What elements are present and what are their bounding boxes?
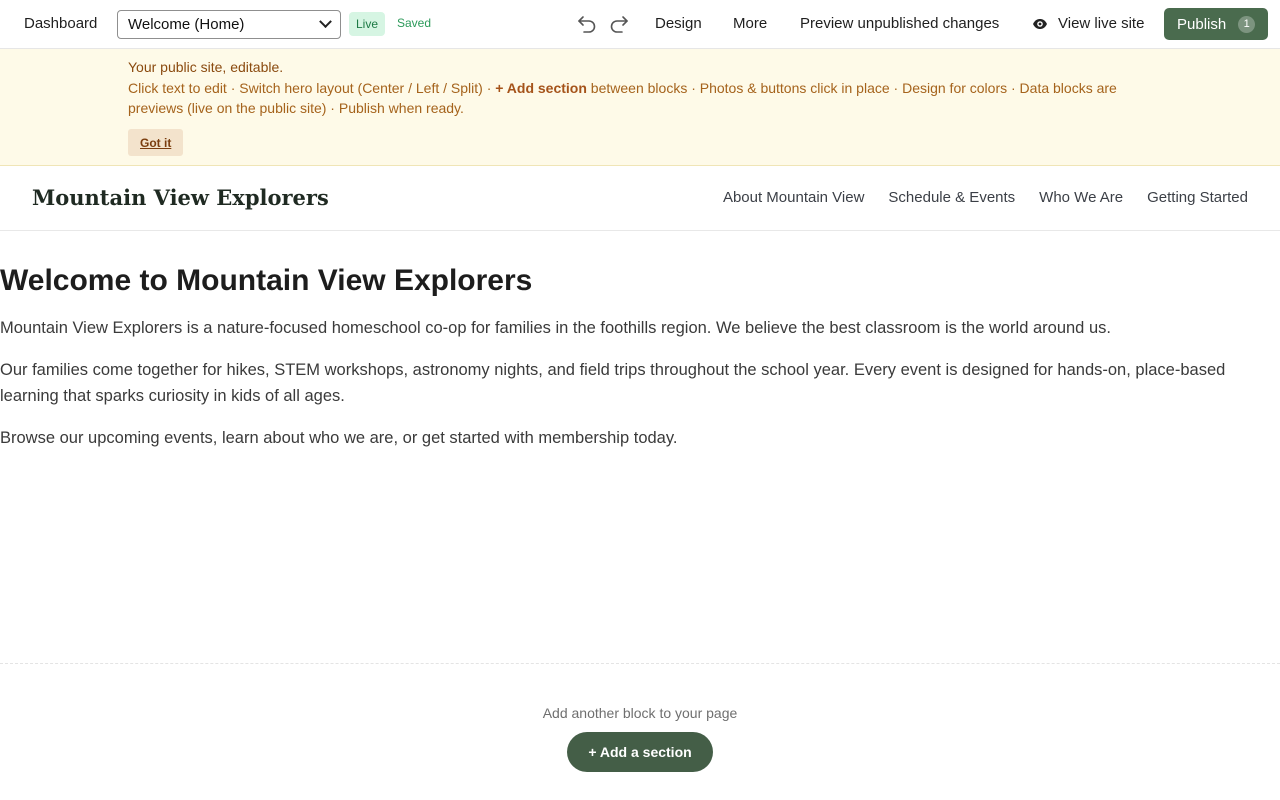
paragraph-intro[interactable]: Mountain View Explorers is a nature-focu… bbox=[0, 315, 1275, 341]
site-header: Mountain View Explorers About Mountain V… bbox=[0, 166, 1280, 231]
banner-title: Your public site, editable. bbox=[128, 59, 284, 75]
page-heading[interactable]: Welcome to Mountain View Explorers bbox=[0, 264, 532, 298]
redo-icon[interactable] bbox=[608, 13, 630, 35]
banner-text-add-section: + Add section bbox=[495, 80, 587, 96]
page-select-value: Welcome (Home) bbox=[128, 16, 245, 33]
nav-item-getting-started[interactable]: Getting Started bbox=[1147, 189, 1248, 206]
page-select[interactable]: Welcome (Home) bbox=[117, 10, 341, 39]
nav-item-about[interactable]: About Mountain View bbox=[723, 189, 864, 206]
saved-status: Saved bbox=[397, 16, 432, 30]
add-section-button[interactable]: + Add a section bbox=[567, 732, 713, 772]
live-badge: Live bbox=[349, 12, 386, 36]
site-nav: About Mountain View Schedule & Events Wh… bbox=[723, 189, 1248, 206]
nav-item-who-we-are[interactable]: Who We Are bbox=[1039, 189, 1123, 206]
chevron-down-icon bbox=[319, 15, 332, 29]
publish-button[interactable]: Publish 1 bbox=[1164, 8, 1268, 40]
eye-icon bbox=[1033, 18, 1047, 29]
got-it-button[interactable]: Got it bbox=[128, 129, 184, 156]
view-live-site-button[interactable]: View live site bbox=[1032, 15, 1144, 32]
paragraph-events[interactable]: Our families come together for hikes, ST… bbox=[0, 357, 1275, 409]
onboarding-banner: Your public site, editable. Click text t… bbox=[0, 49, 1280, 166]
more-button[interactable]: More bbox=[733, 15, 767, 32]
design-button[interactable]: Design bbox=[655, 15, 702, 32]
view-live-site-label: View live site bbox=[1058, 15, 1145, 32]
dashboard-link[interactable]: Dashboard bbox=[24, 15, 97, 32]
site-title[interactable]: Mountain View Explorers bbox=[32, 185, 329, 210]
publish-label: Publish bbox=[1177, 15, 1227, 33]
nav-item-schedule[interactable]: Schedule & Events bbox=[888, 189, 1015, 206]
add-block-hint: Add another block to your page bbox=[542, 705, 738, 721]
paragraph-browse[interactable]: Browse our upcoming events, learn about … bbox=[0, 425, 1275, 451]
section-divider bbox=[0, 663, 1280, 664]
publish-count-badge: 1 bbox=[1238, 15, 1256, 33]
banner-text: Click text to edit · Switch hero layout … bbox=[128, 78, 1118, 118]
undo-icon[interactable] bbox=[576, 13, 598, 35]
preview-unpublished-button[interactable]: Preview unpublished changes bbox=[800, 15, 999, 32]
banner-text-start: Click text to edit · Switch hero layout … bbox=[128, 80, 496, 96]
editor-toolbar: Dashboard Welcome (Home) Live Saved Desi… bbox=[0, 0, 1280, 49]
